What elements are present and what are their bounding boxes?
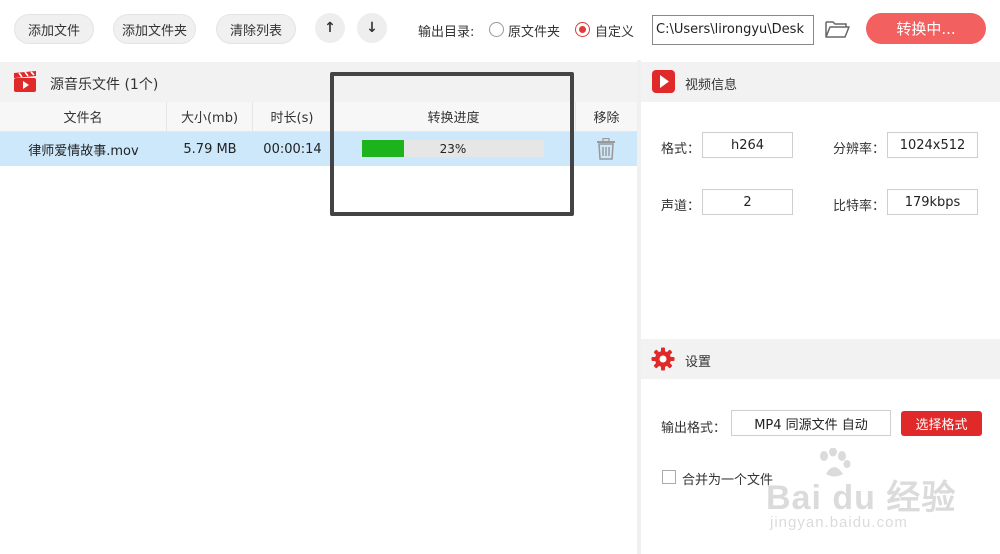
radio-custom[interactable] — [575, 22, 590, 37]
settings-title: 设置 — [685, 355, 712, 370]
bitrate-field: 179kbps — [887, 189, 978, 215]
arrow-down-icon: ↓ — [366, 20, 378, 36]
gear-icon — [651, 347, 675, 371]
convert-button[interactable]: 转换中... — [866, 13, 986, 44]
file-name-cell: 律师爱情故事.mov — [28, 143, 139, 159]
add-folder-button[interactable]: 添加文件夹 — [113, 14, 196, 44]
toolbar: 添加文件 添加文件夹 清除列表 ↑ ↓ 输出目录: 原文件夹 自定义 C:\Us… — [0, 0, 1000, 60]
video-play-icon — [652, 70, 675, 93]
resolution-label: 分辨率： — [833, 142, 886, 157]
add-file-button[interactable]: 添加文件 — [14, 14, 94, 44]
file-duration-cell: 00:00:14 — [263, 141, 322, 157]
video-info-title: 视频信息 — [685, 78, 738, 93]
column-header-size[interactable]: 大小(mb) — [167, 102, 253, 132]
output-format-field[interactable]: MP4 同源文件 自动 — [731, 410, 891, 436]
output-path-value: C:\Users\lirongyu\Desk — [656, 22, 804, 37]
baidu-watermark: Bai du 经验 jingyan.baidu.com — [766, 448, 986, 538]
select-format-button[interactable]: 选择格式 — [901, 411, 982, 436]
column-header-remove[interactable]: 移除 — [576, 102, 637, 132]
watermark-logo-text: Bai du 经验 — [766, 479, 957, 517]
trash-icon[interactable] — [596, 138, 616, 160]
merge-label[interactable]: 合并为一个文件 — [682, 469, 773, 488]
video-info-header: 视频信息 — [641, 62, 1000, 102]
channels-label: 声道： — [661, 199, 701, 214]
column-header-duration[interactable]: 时长(s) — [253, 102, 332, 132]
radio-custom-label[interactable]: 自定义 — [595, 21, 634, 40]
output-format-label: 输出格式： — [661, 421, 727, 436]
column-header-filename[interactable]: 文件名 — [0, 102, 167, 132]
source-files-title: 源音乐文件 (1个) — [50, 77, 159, 93]
merge-checkbox[interactable] — [662, 470, 676, 484]
radio-original-folder-label[interactable]: 原文件夹 — [508, 21, 560, 40]
arrow-up-icon: ↑ — [324, 20, 336, 36]
radio-original-folder[interactable] — [489, 22, 504, 37]
move-down-button[interactable]: ↓ — [357, 13, 387, 43]
settings-header: 设置 — [641, 339, 1000, 379]
clear-list-button[interactable]: 清除列表 — [216, 14, 296, 44]
film-clapper-icon — [14, 71, 36, 92]
output-path-input[interactable]: C:\Users\lirongyu\Desk — [652, 15, 814, 45]
output-dir-label: 输出目录: — [418, 25, 475, 40]
resolution-field: 1024x512 — [887, 132, 978, 158]
highlight-annotation-box — [330, 72, 574, 216]
panel-divider — [637, 60, 641, 554]
move-up-button[interactable]: ↑ — [315, 13, 345, 43]
channels-field: 2 — [702, 189, 793, 215]
folder-open-icon[interactable] — [824, 18, 850, 40]
watermark-url-text: jingyan.baidu.com — [770, 514, 908, 531]
file-size-cell: 5.79 MB — [183, 141, 237, 157]
format-field: h264 — [702, 132, 793, 158]
bitrate-label: 比特率： — [833, 199, 886, 214]
format-label: 格式： — [661, 142, 701, 157]
